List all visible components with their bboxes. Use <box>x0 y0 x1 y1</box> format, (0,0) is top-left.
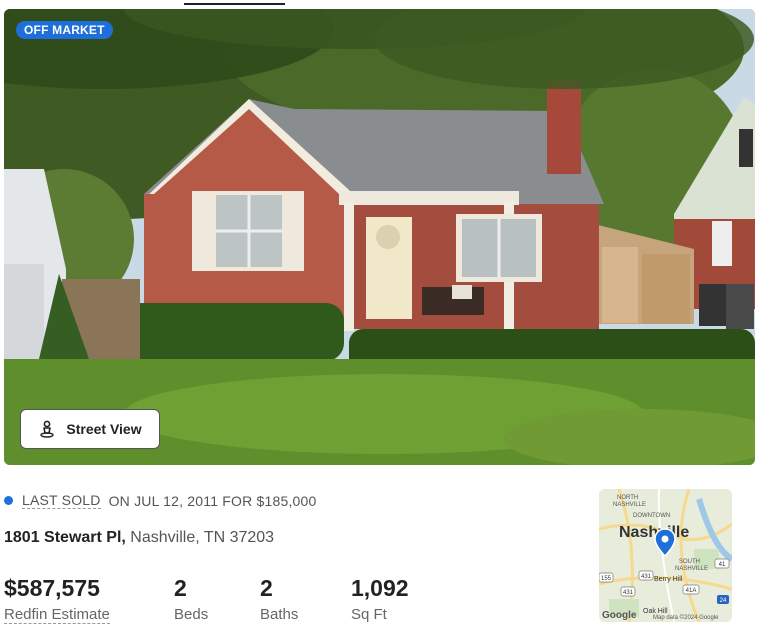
route-shield-155: 155 <box>599 572 614 583</box>
off-market-badge: OFF MARKET <box>16 21 113 39</box>
city-state-zip: Nashville, TN 37203 <box>130 529 275 546</box>
svg-text:41A: 41A <box>686 588 697 594</box>
route-shield-41a: 41A <box>682 584 700 595</box>
redfin-estimate-value: $587,575 <box>4 575 100 601</box>
property-photo[interactable] <box>4 9 755 465</box>
street-view-label: Street View <box>66 421 142 437</box>
stat-price: $587,575 Redfin Estimate <box>4 574 110 624</box>
sqft-value: 1,092 <box>351 575 409 601</box>
svg-text:24: 24 <box>720 598 727 604</box>
map-label-south: SOUTH <box>679 559 700 565</box>
sqft-label: Sq Ft <box>351 606 387 623</box>
route-shield-431-a: 431 <box>638 570 654 581</box>
last-sold-label[interactable]: LAST SOLD <box>22 492 101 509</box>
sold-status-dot <box>4 496 13 505</box>
stat-beds: 2 Beds <box>174 574 208 623</box>
map-label-oak-hill: Oak Hill <box>643 608 668 615</box>
stat-baths: 2 Baths <box>260 574 298 623</box>
location-map[interactable]: NORTH NASHVILLE DOWNTOWN Nashville SOUTH… <box>599 489 732 622</box>
route-shield-24: 24 <box>717 595 729 604</box>
route-shield-431-b: 431 <box>620 586 636 597</box>
beds-label: Beds <box>174 606 209 623</box>
google-logo: Google <box>602 610 637 621</box>
map-label-north-nashville: NASHVILLE <box>613 502 646 508</box>
map-label-south-nashville: NASHVILLE <box>675 566 708 572</box>
map-attribution: Map data ©2024 Google <box>653 614 719 621</box>
beds-value: 2 <box>174 575 187 601</box>
baths-value: 2 <box>260 575 273 601</box>
street-view-button[interactable]: Street View <box>20 409 160 449</box>
map-label-berry-hill: Berry Hill <box>654 576 683 583</box>
svg-text:431: 431 <box>641 574 652 580</box>
stat-sqft: 1,092 Sq Ft <box>351 574 409 623</box>
baths-label: Baths <box>260 606 299 623</box>
svg-text:155: 155 <box>601 576 612 582</box>
last-sold-detail: ON JUL 12, 2011 FOR $185,000 <box>108 492 317 509</box>
svg-text:431: 431 <box>623 590 634 596</box>
map-label-city: Nashville <box>619 524 689 541</box>
map-label-downtown: DOWNTOWN <box>633 513 670 519</box>
redfin-estimate-label[interactable]: Redfin Estimate <box>4 606 110 624</box>
map-label-north: NORTH <box>617 495 638 501</box>
last-sold-row: LAST SOLD ON JUL 12, 2011 FOR $185,000 <box>4 492 317 509</box>
property-address: 1801 Stewart Pl, Nashville, TN 37203 <box>4 529 274 547</box>
pegman-icon <box>40 420 55 438</box>
street-address: 1801 Stewart Pl, <box>4 529 126 546</box>
tab-indicator <box>184 3 285 5</box>
svg-text:41: 41 <box>719 562 726 568</box>
route-shield-41: 41 <box>714 558 730 569</box>
